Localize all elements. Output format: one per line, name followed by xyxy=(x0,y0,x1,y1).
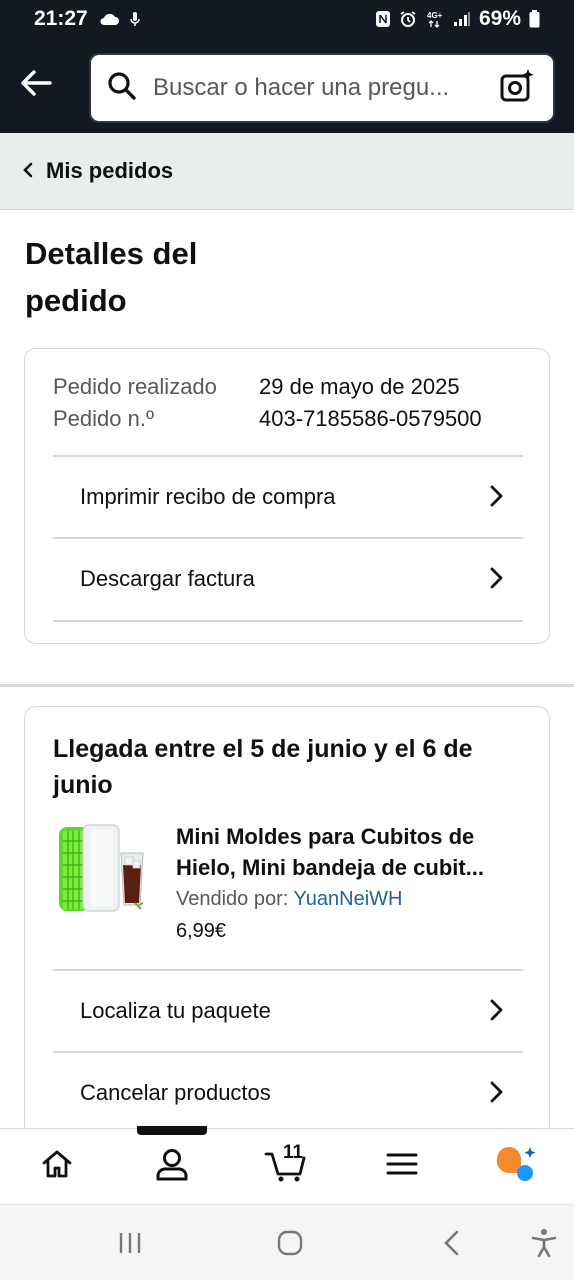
system-back-button[interactable] xyxy=(432,1227,472,1263)
bottom-nav: 11 xyxy=(0,1128,574,1204)
print-receipt-link[interactable]: Imprimir recibo de compra xyxy=(53,455,523,537)
section-divider xyxy=(0,684,574,687)
network-4g-icon: 4G+ xyxy=(425,10,445,28)
chevron-right-icon xyxy=(489,566,503,596)
back-button[interactable] xyxy=(0,38,72,133)
product-price: 6,99€ xyxy=(176,920,227,942)
chevron-right-icon xyxy=(489,1080,503,1110)
track-package-label: Localiza tu paquete xyxy=(80,998,271,1023)
menu-icon xyxy=(386,1152,418,1181)
nfc-icon xyxy=(375,10,391,28)
seller-link[interactable]: YuanNeiWH xyxy=(294,888,403,910)
breadcrumb[interactable]: Mis pedidos xyxy=(0,133,574,210)
breadcrumb-label: Mis pedidos xyxy=(46,158,174,183)
shipment-card: Llegada entre el 5 de junio y el 6 de ju… xyxy=(24,706,550,1146)
download-invoice-label: Descargar factura xyxy=(80,566,255,591)
print-receipt-label: Imprimir recibo de compra xyxy=(80,484,336,509)
battery-icon xyxy=(529,10,540,28)
system-nav-bar xyxy=(0,1204,574,1280)
cancel-items-label: Cancelar productos xyxy=(80,1080,271,1105)
active-tab-indicator xyxy=(137,1126,207,1135)
battery-percent: 69% xyxy=(478,7,521,30)
chevron-left-icon xyxy=(22,158,34,184)
download-invoice-link[interactable]: Descargar factura xyxy=(53,537,523,619)
nav-cart[interactable]: 11 xyxy=(247,1132,327,1202)
camera-search-button[interactable] xyxy=(497,68,537,108)
rufus-icon xyxy=(495,1145,539,1188)
order-info: Pedido realizado 29 de mayo de 2025 Pedi… xyxy=(53,371,482,435)
home-system-button[interactable] xyxy=(270,1227,310,1263)
cart-count: 11 xyxy=(282,1141,304,1163)
recent-apps-button[interactable] xyxy=(110,1227,150,1263)
chevron-right-icon xyxy=(489,484,503,514)
mic-icon xyxy=(129,11,140,27)
divider xyxy=(53,620,523,622)
nav-account[interactable] xyxy=(132,1132,212,1202)
product-item[interactable]: Mini Moldes para Cubitos de Hielo, Mini … xyxy=(53,821,523,947)
signal-icon xyxy=(453,11,471,27)
back-arrow-icon xyxy=(20,70,52,101)
camera-sparkle-icon xyxy=(499,68,535,109)
home-icon xyxy=(41,1149,73,1184)
top-header: Buscar o hacer una pregu... xyxy=(0,38,574,133)
status-bar: 21:27 4G+ 69% xyxy=(0,0,574,38)
search-icon xyxy=(107,71,137,106)
product-title[interactable]: Mini Moldes para Cubitos de Hielo, Mini … xyxy=(176,821,521,883)
search-input[interactable]: Buscar o hacer una pregu... xyxy=(153,74,497,102)
track-package-link[interactable]: Localiza tu paquete xyxy=(53,969,523,1051)
system-back-icon xyxy=(442,1229,462,1262)
chevron-right-icon xyxy=(489,998,503,1028)
accessibility-icon xyxy=(531,1228,557,1263)
status-time: 21:27 xyxy=(34,7,88,30)
home-circle-icon xyxy=(277,1230,303,1261)
product-image[interactable] xyxy=(53,821,151,921)
order-info-card: Pedido realizado 29 de mayo de 2025 Pedi… xyxy=(24,348,550,644)
nav-menu[interactable] xyxy=(362,1132,442,1202)
seller-line: Vendido por: YuanNeiWH xyxy=(176,883,521,915)
svg-text:4G+: 4G+ xyxy=(427,11,443,20)
account-icon xyxy=(155,1147,189,1186)
order-date-label: Pedido realizado xyxy=(53,374,217,399)
accessibility-button[interactable] xyxy=(524,1227,564,1263)
nav-home[interactable] xyxy=(17,1132,97,1202)
order-date-value: 29 de mayo de 2025 xyxy=(259,374,460,399)
cloud-icon xyxy=(98,12,120,26)
arrival-window: Llegada entre el 5 de junio y el 6 de ju… xyxy=(53,735,473,799)
search-bar[interactable]: Buscar o hacer una pregu... xyxy=(89,53,555,123)
nav-rufus[interactable] xyxy=(477,1132,557,1202)
order-number-label: Pedido n.º xyxy=(53,406,154,431)
cancel-items-link[interactable]: Cancelar productos xyxy=(53,1051,523,1133)
page-title: Detalles del pedido xyxy=(25,236,198,318)
order-number-value: 403-7185586-0579500 xyxy=(259,406,482,431)
seller-label: Vendido por: xyxy=(176,888,289,910)
recent-apps-icon xyxy=(117,1231,143,1260)
alarm-icon xyxy=(399,10,417,28)
